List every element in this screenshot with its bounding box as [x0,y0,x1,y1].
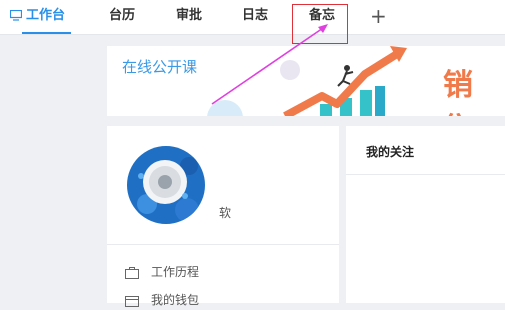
tab-workbench[interactable]: 工作台 [10,0,72,34]
dandelion-avatar-image [127,146,205,224]
left-gutter [0,35,107,303]
tab-label: 台历 [109,8,136,23]
menu-item-wallet[interactable]: 我的钱包 [125,290,199,310]
menu-item-label: 我的钱包 [151,293,200,307]
menu-item-label: 工作历程 [151,265,200,279]
top-nav-bar: 工作台 台历 审批 日志 备忘 + [0,0,505,35]
profile-name: 软 [219,206,232,220]
banner-title: 在线公开课 [122,58,198,76]
wallet-icon [125,295,139,307]
tab-label: 日志 [242,8,269,23]
avatar[interactable] [127,146,205,224]
promo-banner[interactable]: 在线公开课 销售 [107,46,505,116]
plus-icon: + [370,4,387,28]
card-title: 我的关注 [366,145,415,159]
tab-approval[interactable]: 审批 [176,0,202,34]
running-figure-icon [337,65,354,87]
tab-label: 工作台 [26,8,66,23]
divider [346,174,505,175]
divider [107,244,339,245]
tab-calendar[interactable]: 台历 [109,0,135,34]
add-tab-button[interactable]: + [370,0,387,34]
monitor-icon [10,10,22,21]
my-follows-card: 我的关注 [346,126,505,303]
menu-item-work-history[interactable]: 工作历程 [125,262,199,282]
briefcase-icon [125,266,139,279]
tab-label: 审批 [176,8,203,23]
profile-card: 软 工作历程 我的钱包 [107,126,339,307]
banner-headline: 销售 [443,68,475,116]
tab-log[interactable]: 日志 [242,0,268,34]
annotation-highlight-box [292,4,348,44]
